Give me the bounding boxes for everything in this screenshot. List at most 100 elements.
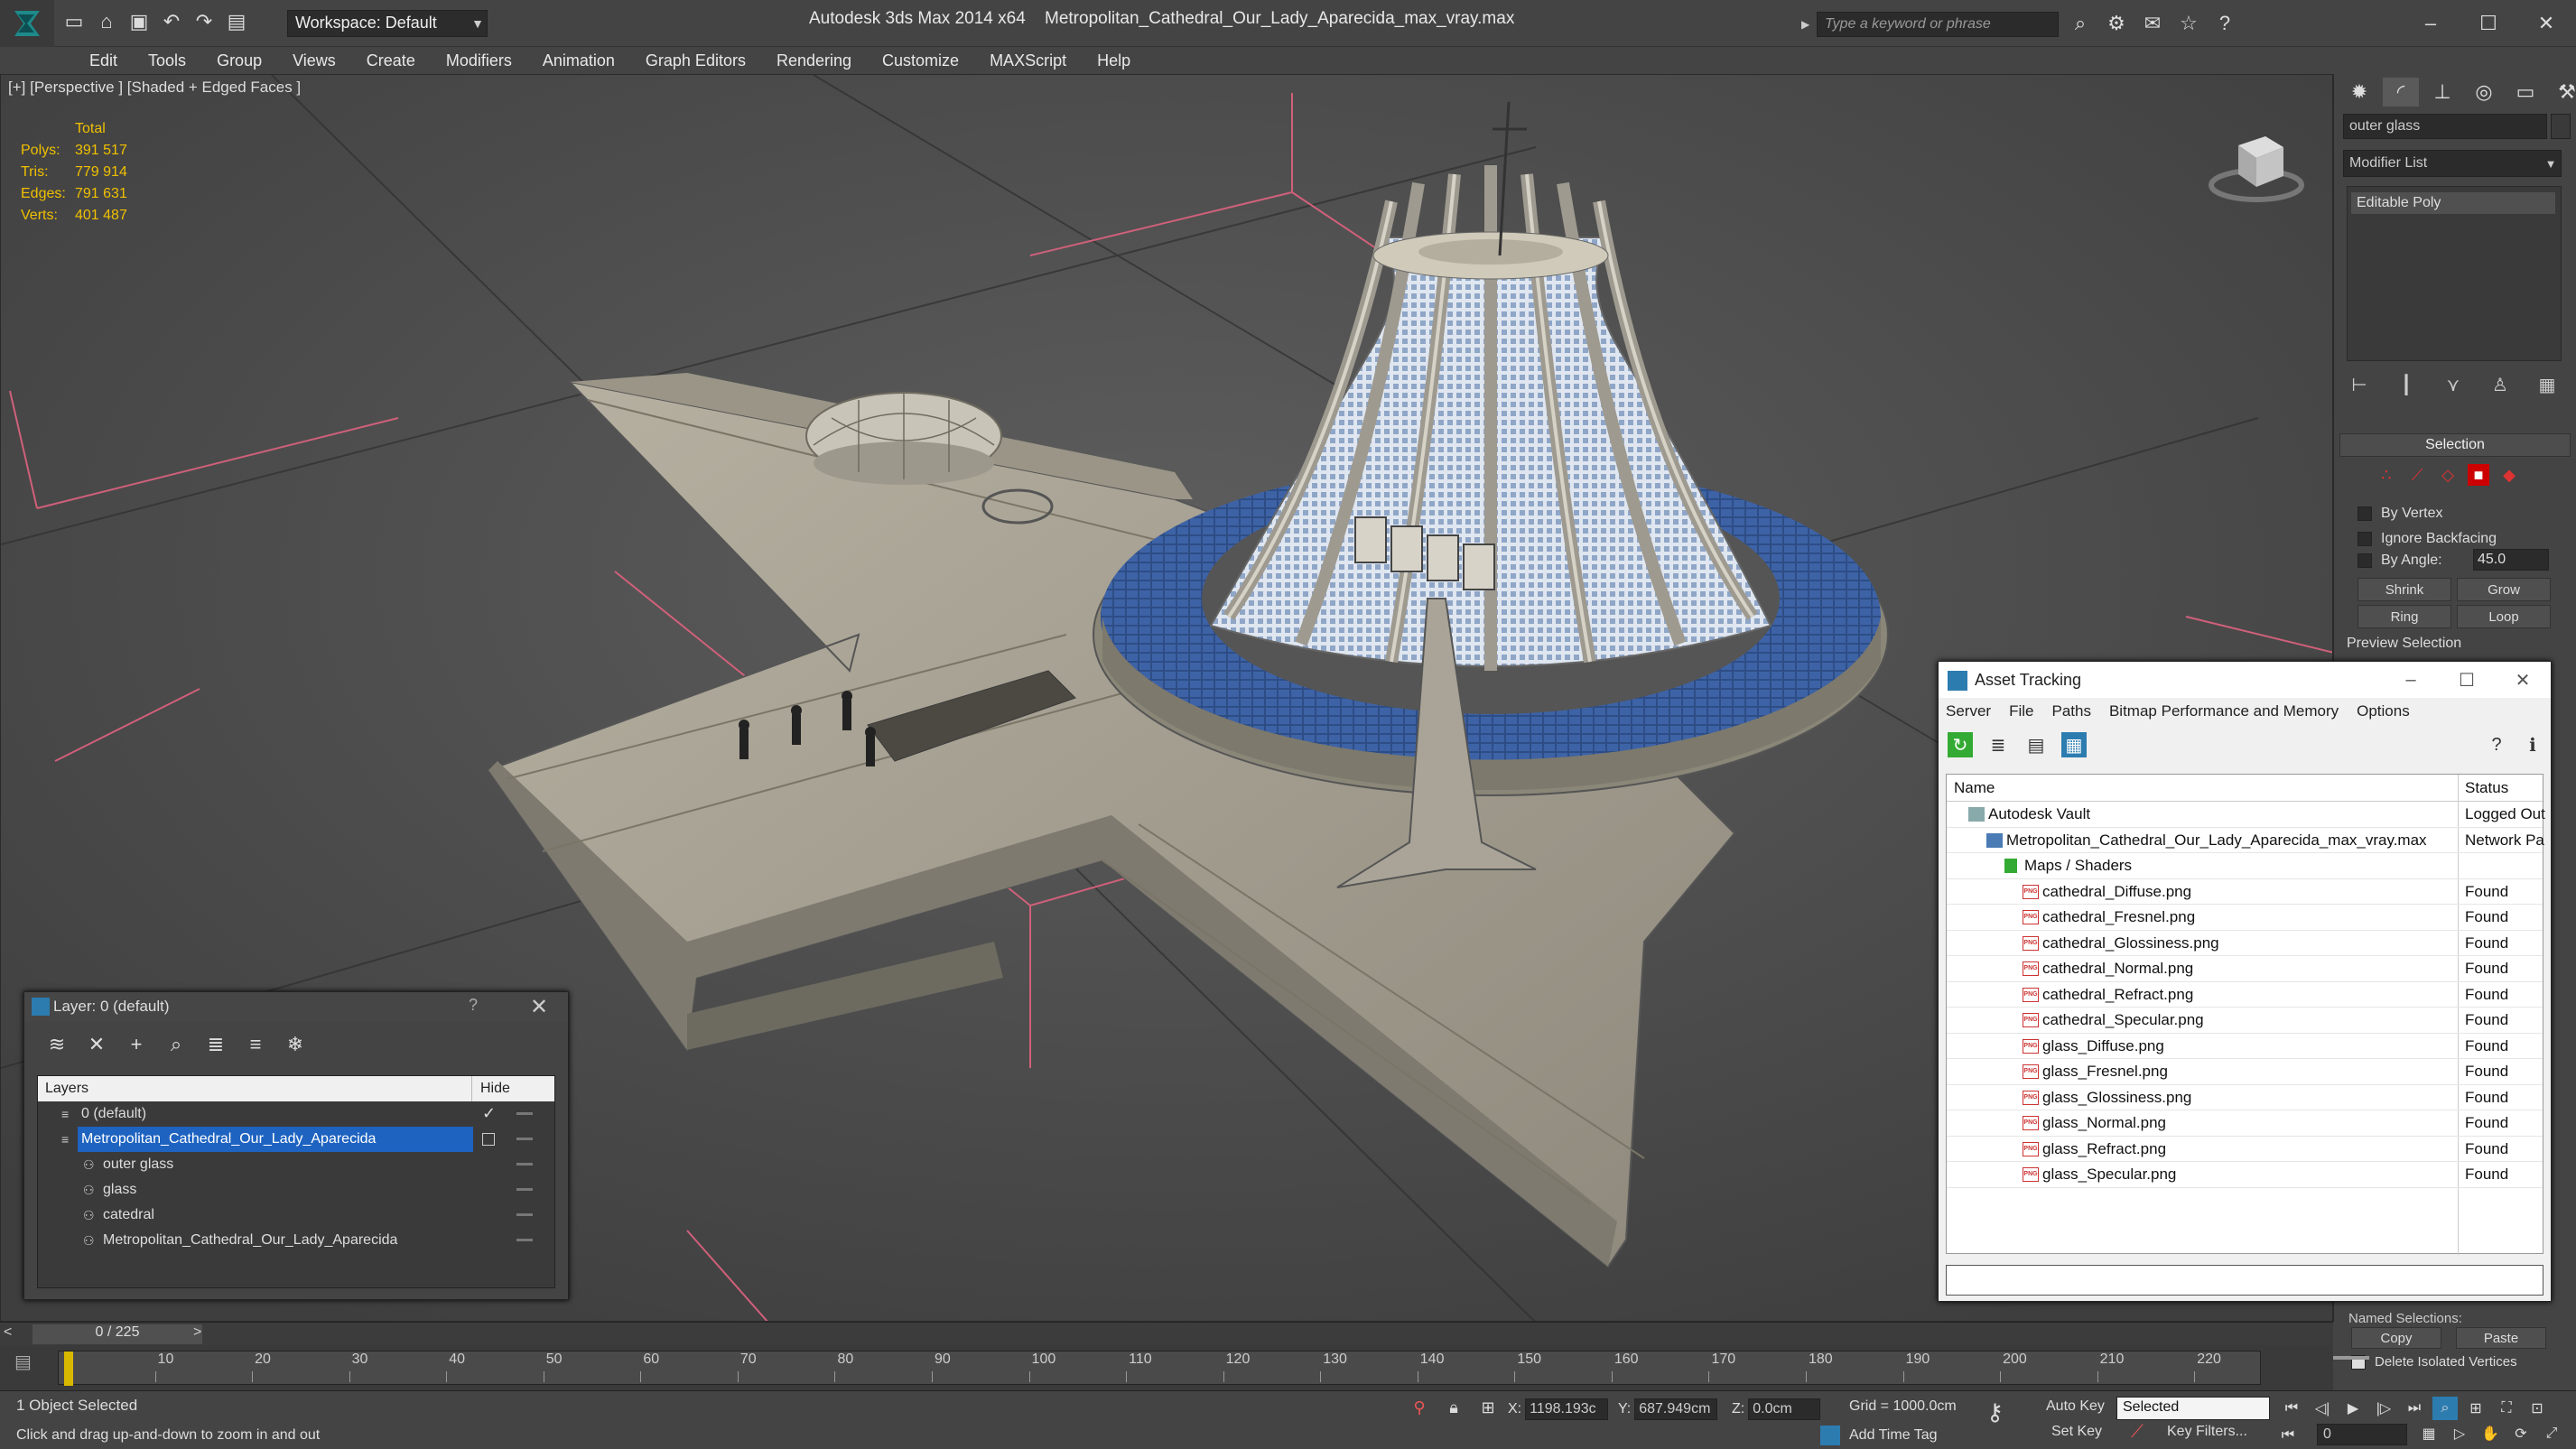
- pin-stack-icon[interactable]: ⊢: [2347, 372, 2372, 397]
- minimize-icon[interactable]: –: [2402, 5, 2460, 42]
- add-to-layer-icon[interactable]: +: [124, 1032, 149, 1057]
- menu-group[interactable]: Group: [201, 51, 277, 70]
- absolute-mode-icon[interactable]: ⊞: [1477, 1397, 1499, 1418]
- menu-edit[interactable]: Edit: [74, 51, 133, 70]
- ignore-backfacing-checkbox[interactable]: Ignore Backfacing: [2357, 531, 2497, 547]
- subscription-icon[interactable]: ⚙: [2104, 11, 2129, 36]
- layer-dialog-title[interactable]: Layer: 0 (default): [24, 992, 568, 1021]
- vertex-level-icon[interactable]: ∴: [2376, 464, 2397, 486]
- border-level-icon[interactable]: ◇: [2437, 464, 2459, 486]
- set-key-button[interactable]: Set Key: [2051, 1424, 2102, 1440]
- binoculars-icon[interactable]: ⌕: [2068, 11, 2093, 36]
- highlight-selected-icon[interactable]: ≣: [203, 1032, 228, 1057]
- delete-isolated-checkbox[interactable]: Delete Isolated Vertices: [2351, 1354, 2517, 1370]
- time-slider[interactable]: < 0 / 225 >: [0, 1322, 2333, 1345]
- object-name-field[interactable]: outer glass: [2343, 114, 2547, 139]
- lock-selection-icon[interactable]: 🔒︎: [1443, 1397, 1465, 1418]
- edge-level-icon[interactable]: ⟋: [2406, 464, 2428, 486]
- menu-views[interactable]: Views: [277, 51, 351, 70]
- close-icon[interactable]: ✕: [530, 994, 548, 1020]
- menu-customize[interactable]: Customize: [867, 51, 974, 70]
- layer-object-row[interactable]: ⚇ catedral: [38, 1203, 554, 1228]
- help-icon[interactable]: ?: [2484, 732, 2509, 757]
- save-file-icon[interactable]: ▣: [126, 9, 152, 34]
- modifier-list-dropdown[interactable]: Modifier List: [2343, 150, 2562, 177]
- viewport-label[interactable]: [+] [Perspective ] [Shaded + Edged Faces…: [8, 79, 301, 97]
- maximize-icon[interactable]: ☐: [2439, 665, 2495, 694]
- motion-tab-icon[interactable]: ◎: [2466, 78, 2502, 107]
- asset-row[interactable]: Metropolitan_Cathedral_Our_Lady_Aparecid…: [1947, 828, 2544, 853]
- element-level-icon[interactable]: ◆: [2498, 464, 2520, 486]
- asset-row[interactable]: PNG cathedral_Normal.png Found: [1947, 956, 2543, 982]
- asset-row[interactable]: PNG glass_Fresnel.png Found: [1947, 1059, 2543, 1085]
- menu-maxscript[interactable]: MAXScript: [974, 51, 1082, 70]
- modifier-stack-item[interactable]: Editable Poly: [2351, 192, 2555, 214]
- time-config-icon[interactable]: ▦: [2416, 1422, 2441, 1445]
- grow-button[interactable]: Grow: [2457, 578, 2551, 601]
- by-angle-checkbox[interactable]: By Angle:: [2357, 553, 2442, 569]
- delete-layer-icon[interactable]: ✕: [84, 1032, 109, 1057]
- minimize-icon[interactable]: –: [2383, 665, 2439, 694]
- asset-path-field[interactable]: [1946, 1265, 2543, 1296]
- time-slider-thumb[interactable]: [64, 1351, 73, 1386]
- paste-button[interactable]: Paste: [2456, 1327, 2546, 1349]
- zoom-extents-all-icon[interactable]: ⊡: [2525, 1397, 2550, 1420]
- layer-row[interactable]: ≡ Metropolitan_Cathedral_Our_Lady_Aparec…: [38, 1127, 554, 1152]
- y-coordinate[interactable]: Y: 687.949cm: [1618, 1398, 1718, 1420]
- list-view-icon[interactable]: ≣: [1985, 732, 2011, 757]
- asset-row[interactable]: PNG cathedral_Glossiness.png Found: [1947, 931, 2543, 956]
- utilities-tab-icon[interactable]: ⚒: [2549, 78, 2576, 107]
- name-column-header[interactable]: Name: [1954, 779, 1995, 797]
- key-filters-button[interactable]: Key Filters...: [2167, 1424, 2247, 1440]
- maximize-viewport-icon[interactable]: ⤢: [2539, 1422, 2564, 1445]
- go-to-end-icon[interactable]: ⏭: [2402, 1397, 2427, 1420]
- app-logo-icon[interactable]: [0, 0, 54, 47]
- timeline-ruler[interactable]: 10 20 30 40 50 60 70 80 90 100 110 120 130 140 150 160 1…: [58, 1351, 2261, 1386]
- asset-row[interactable]: PNG cathedral_Fresnel.png Found: [1947, 905, 2543, 931]
- close-icon[interactable]: ✕: [2517, 5, 2575, 42]
- z-coordinate[interactable]: Z: 0.0cm: [1732, 1398, 1821, 1420]
- asset-row[interactable]: PNG glass_Refract.png Found: [1947, 1137, 2543, 1162]
- asset-row[interactable]: PNG cathedral_Diffuse.png Found: [1947, 879, 2543, 905]
- menu-modifiers[interactable]: Modifiers: [431, 51, 527, 70]
- add-time-tag[interactable]: Add Time Tag: [1820, 1426, 1938, 1445]
- menu-create[interactable]: Create: [351, 51, 431, 70]
- time-tag-icon[interactable]: [1820, 1426, 1840, 1445]
- new-file-icon[interactable]: ▭: [61, 9, 87, 34]
- menu-rendering[interactable]: Rendering: [761, 51, 867, 70]
- asset-row[interactable]: PNG glass_Specular.png Found: [1947, 1162, 2543, 1188]
- help-button[interactable]: ?: [469, 996, 478, 1015]
- menu-animation[interactable]: Animation: [527, 51, 630, 70]
- modify-tab-icon[interactable]: ◜: [2383, 78, 2419, 107]
- object-color-swatch[interactable]: [2551, 114, 2571, 139]
- asset-row[interactable]: PNG glass_Normal.png Found: [1947, 1110, 2543, 1137]
- set-current-checkbox[interactable]: [482, 1133, 495, 1146]
- menu-paths[interactable]: Paths: [2051, 702, 2090, 720]
- hierarchy-tab-icon[interactable]: ⊥: [2424, 78, 2460, 107]
- copy-button[interactable]: Copy: [2351, 1327, 2441, 1349]
- previous-frame-icon[interactable]: <: [4, 1324, 12, 1341]
- maximize-icon[interactable]: ☐: [2460, 5, 2517, 42]
- asset-row[interactable]: PNG glass_Glossiness.png Found: [1947, 1085, 2543, 1110]
- menu-server[interactable]: Server: [1946, 702, 1991, 720]
- close-icon[interactable]: ✕: [2495, 665, 2551, 694]
- key-mode-icon[interactable]: ⟋: [2131, 1422, 2144, 1443]
- menu-help[interactable]: Help: [1082, 51, 1146, 70]
- next-frame-icon[interactable]: >: [193, 1324, 201, 1341]
- expand-arrow-icon[interactable]: ▶: [1801, 12, 1816, 37]
- redo-icon[interactable]: ↷: [191, 9, 217, 34]
- menu-options[interactable]: Options: [2357, 702, 2410, 720]
- workspace-dropdown[interactable]: Workspace: Default: [287, 10, 488, 37]
- info-icon[interactable]: ℹ: [2520, 732, 2545, 757]
- asset-row[interactable]: PNG cathedral_Specular.png Found: [1947, 1008, 2543, 1034]
- by-angle-spinner[interactable]: 45.0: [2473, 549, 2549, 571]
- by-vertex-checkbox[interactable]: By Vertex: [2357, 506, 2442, 522]
- show-end-result-icon[interactable]: ┃: [2394, 372, 2419, 397]
- chevron-down-icon[interactable]: ▼: [2540, 150, 2562, 177]
- layer-object-row[interactable]: ⚇ Metropolitan_Cathedral_Our_Lady_Aparec…: [38, 1228, 554, 1253]
- create-layer-icon[interactable]: ≋: [44, 1032, 70, 1057]
- project-folder-icon[interactable]: ▤: [224, 9, 249, 34]
- menu-graph-editors[interactable]: Graph Editors: [630, 51, 761, 70]
- layer-row[interactable]: ≡ 0 (default) ✓: [38, 1101, 554, 1127]
- x-coordinate[interactable]: X: 1198.193c: [1508, 1398, 1609, 1420]
